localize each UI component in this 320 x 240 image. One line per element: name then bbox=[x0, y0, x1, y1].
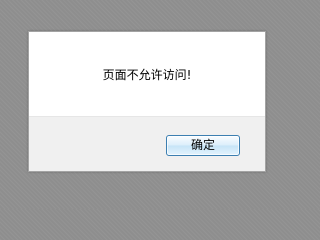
alert-dialog: 页面不允许访问! 确定 bbox=[28, 31, 266, 172]
dialog-body: 页面不允许访问! bbox=[29, 32, 265, 116]
dialog-message: 页面不允许访问! bbox=[102, 68, 192, 82]
ok-button[interactable]: 确定 bbox=[166, 135, 240, 156]
dialog-footer: 确定 bbox=[29, 116, 265, 171]
